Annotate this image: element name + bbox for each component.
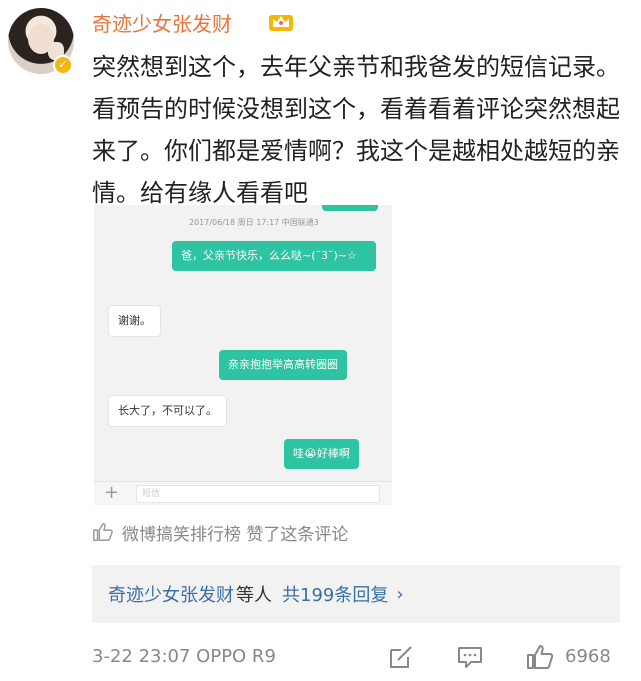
liked-by-text: 微博搞笑排行榜 赞了这条评论	[122, 524, 349, 545]
reply-count[interactable]: 共199条回复	[282, 581, 388, 607]
liked-by-row[interactable]: 微博搞笑排行榜 赞了这条评论	[92, 518, 348, 546]
comment-text: 突然想到这个，去年父亲节和我爸发的短信记录。看预告的时候没想到这个，看着看着评论…	[92, 53, 620, 207]
sms-input-bar: + 短信	[94, 481, 392, 505]
comment-icon[interactable]	[455, 642, 485, 672]
sms-input-field: 短信	[136, 485, 380, 503]
plus-icon: +	[104, 482, 120, 503]
sms-bubble-sent: 爸，父亲节快乐，么么哒~(˘3˘)~☆	[172, 241, 376, 271]
replies-link[interactable]: 奇迹少女张发财 等人 共199条回复 ›	[92, 565, 620, 623]
sms-timestamp: 2017/06/18 周日 17:17 中国联通3	[189, 218, 319, 227]
sms-previous-bubble	[322, 205, 378, 211]
post-time-device: 3-22 23:07 OPPO R9	[92, 646, 276, 667]
like-count: 6968	[565, 646, 611, 667]
sms-bubble-received: 长大了，不可以了。	[108, 395, 227, 427]
sms-bubble-sent: 哇😭好棒啊	[284, 439, 359, 469]
sms-screenshot: 2017/06/18 周日 17:17 中国联通3 爸，父亲节快乐，么么哒~(˘…	[94, 205, 392, 505]
thumbs-up-icon	[93, 523, 113, 541]
reply-suffix: 等人	[236, 585, 272, 606]
reply-names[interactable]: 奇迹少女张发财	[108, 581, 234, 607]
chevron-right-icon: ›	[396, 583, 404, 605]
sms-bubble-received: 谢谢。	[108, 305, 161, 337]
username[interactable]: 奇迹少女张发财	[92, 8, 232, 37]
verified-badge-icon: ✓	[53, 55, 73, 75]
share-icon[interactable]	[386, 642, 416, 672]
sms-bubble-sent: 亲亲抱抱举高高转圈圈	[219, 350, 347, 380]
like-icon[interactable]	[525, 642, 555, 672]
crown-icon	[269, 15, 293, 31]
